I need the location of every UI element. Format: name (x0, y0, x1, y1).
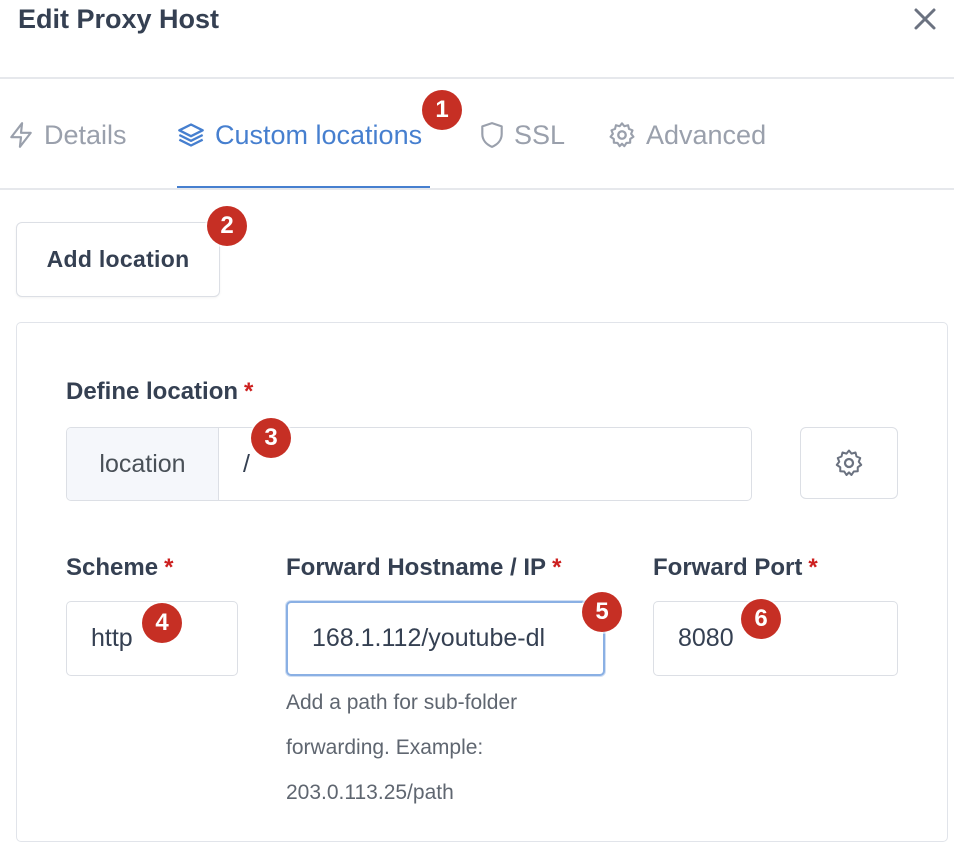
required-mark: * (552, 554, 562, 581)
hostname-help-line-1: Add a path for sub-folder (286, 691, 518, 714)
location-addon: location (67, 428, 219, 500)
annotation-marker: 2 (207, 206, 247, 246)
annotation-marker: 6 (741, 599, 781, 639)
gear-icon (835, 449, 863, 476)
location-path-input[interactable]: / (219, 428, 751, 500)
tab-advanced[interactable]: Advanced (608, 112, 766, 158)
required-mark: * (244, 378, 254, 405)
scheme-label: Scheme * (66, 554, 173, 582)
label-text: Define location (66, 378, 239, 405)
tab-ssl[interactable]: SSL (480, 112, 565, 158)
location-input-group: location / (66, 427, 752, 501)
label-text: Forward Hostname / IP (286, 554, 547, 581)
tab-label: SSL (514, 119, 566, 150)
tabs-divider (0, 188, 954, 190)
shield-icon (481, 122, 503, 148)
close-button[interactable] (906, 4, 944, 34)
label-text: Scheme (66, 554, 159, 581)
hostname-help-line-3: 203.0.113.25/path (286, 781, 454, 804)
forward-hostname-label: Forward Hostname / IP * (286, 554, 561, 582)
annotation-marker: 4 (142, 603, 182, 643)
add-location-button[interactable]: Add location (16, 222, 220, 297)
forward-hostname-input[interactable]: 168.1.112/youtube-dl (286, 601, 605, 676)
zap-icon (10, 122, 32, 148)
location-settings-button[interactable] (800, 427, 898, 499)
close-icon (914, 8, 936, 30)
tab-label: Details (44, 119, 127, 150)
define-location-label: Define location * (66, 378, 253, 406)
label-text: Forward Port (653, 554, 803, 581)
required-mark: * (808, 554, 818, 581)
modal-title: Edit Proxy Host (18, 4, 220, 34)
gear-icon (609, 122, 635, 148)
hostname-help-line-2: forwarding. Example: (286, 736, 484, 759)
tab-details[interactable]: Details (8, 112, 127, 158)
annotation-marker: 3 (251, 418, 291, 458)
tab-custom-locations[interactable]: Custom locations (177, 112, 422, 158)
annotation-marker: 5 (582, 592, 622, 632)
header-divider (0, 77, 954, 79)
layers-icon (178, 123, 204, 147)
forward-port-label: Forward Port * (653, 554, 818, 582)
tab-label: Custom locations (215, 119, 423, 150)
tab-label: Advanced (646, 119, 767, 150)
annotation-marker: 1 (422, 90, 462, 130)
required-mark: * (164, 554, 174, 581)
